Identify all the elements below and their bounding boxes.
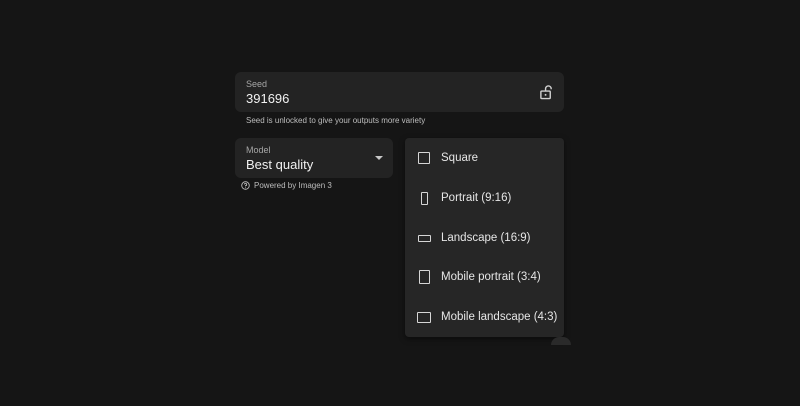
menu-anchor-edge xyxy=(551,337,571,345)
menu-item-label: Square xyxy=(441,152,479,164)
help-icon[interactable] xyxy=(241,181,250,190)
powered-by-text: Powered by Imagen 3 xyxy=(254,181,332,190)
model-select[interactable]: Model Best quality xyxy=(235,138,393,178)
model-label: Model xyxy=(246,145,271,155)
seed-field[interactable]: Seed 391696 xyxy=(235,72,564,112)
menu-item-mobile-landscape[interactable]: Mobile landscape (4:3) xyxy=(405,299,564,335)
menu-item-square[interactable]: Square xyxy=(405,140,564,176)
menu-item-label: Mobile landscape (4:3) xyxy=(441,311,558,323)
menu-item-mobile-portrait[interactable]: Mobile portrait (3:4) xyxy=(405,259,564,295)
mobile-landscape-icon xyxy=(417,311,431,323)
square-icon xyxy=(418,152,430,164)
model-value: Best quality xyxy=(246,157,314,172)
caret-down-icon[interactable] xyxy=(375,156,383,160)
menu-item-landscape[interactable]: Landscape (16:9) xyxy=(405,220,564,256)
portrait-icon xyxy=(421,191,428,205)
landscape-icon xyxy=(418,234,431,242)
seed-label: Seed xyxy=(246,79,268,89)
seed-hint: Seed is unlocked to give your outputs mo… xyxy=(246,116,426,125)
unlock-icon[interactable] xyxy=(539,84,554,100)
aspect-ratio-menu: Square Portrait (9:16) Landscape (16:9) … xyxy=(405,138,564,337)
powered-by: Powered by Imagen 3 xyxy=(241,181,332,190)
mobile-portrait-icon xyxy=(419,270,430,284)
menu-item-label: Mobile portrait (3:4) xyxy=(441,271,541,283)
menu-item-label: Landscape (16:9) xyxy=(441,232,531,244)
settings-panel: Seed 391696 Seed is unlocked to give you… xyxy=(0,0,800,406)
menu-item-label: Portrait (9:16) xyxy=(441,192,512,204)
seed-value[interactable]: 391696 xyxy=(246,91,289,106)
menu-item-portrait[interactable]: Portrait (9:16) xyxy=(405,180,564,216)
